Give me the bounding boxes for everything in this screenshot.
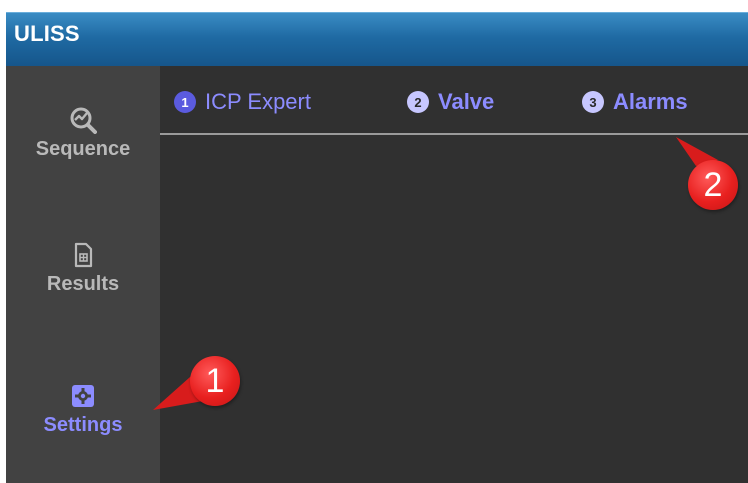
callout-pointer-2 bbox=[676, 137, 718, 166]
app-window: ULISS Sequence Results Settings 1 ICP Ex… bbox=[0, 0, 748, 483]
callout-badge-2: 2 bbox=[688, 160, 738, 210]
